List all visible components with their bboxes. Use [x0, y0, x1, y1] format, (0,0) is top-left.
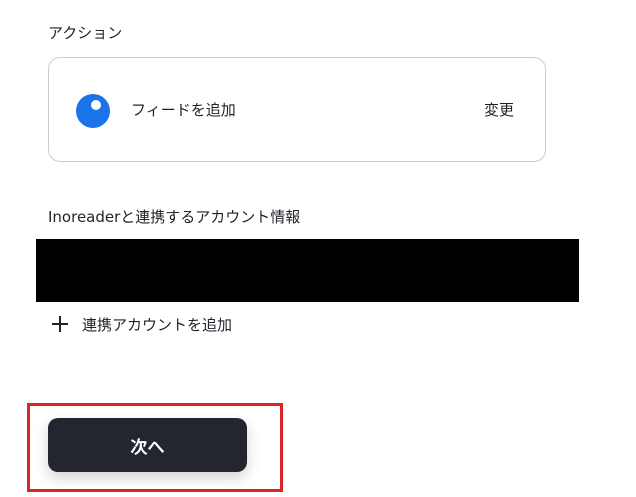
redacted-account-field: [36, 239, 579, 302]
inoreader-icon: [76, 94, 110, 128]
plus-icon: [52, 316, 68, 332]
action-section-title: アクション: [48, 24, 123, 42]
action-name: フィードを追加: [131, 101, 236, 119]
account-section-title: Inoreaderと連携するアカウント情報: [48, 208, 301, 226]
add-account-button[interactable]: 連携アカウントを追加: [52, 312, 232, 336]
next-button[interactable]: 次へ: [48, 418, 247, 472]
change-action-button[interactable]: 変更: [484, 99, 514, 120]
add-account-label: 連携アカウントを追加: [82, 315, 233, 334]
action-card: フィードを追加 変更: [48, 57, 546, 162]
